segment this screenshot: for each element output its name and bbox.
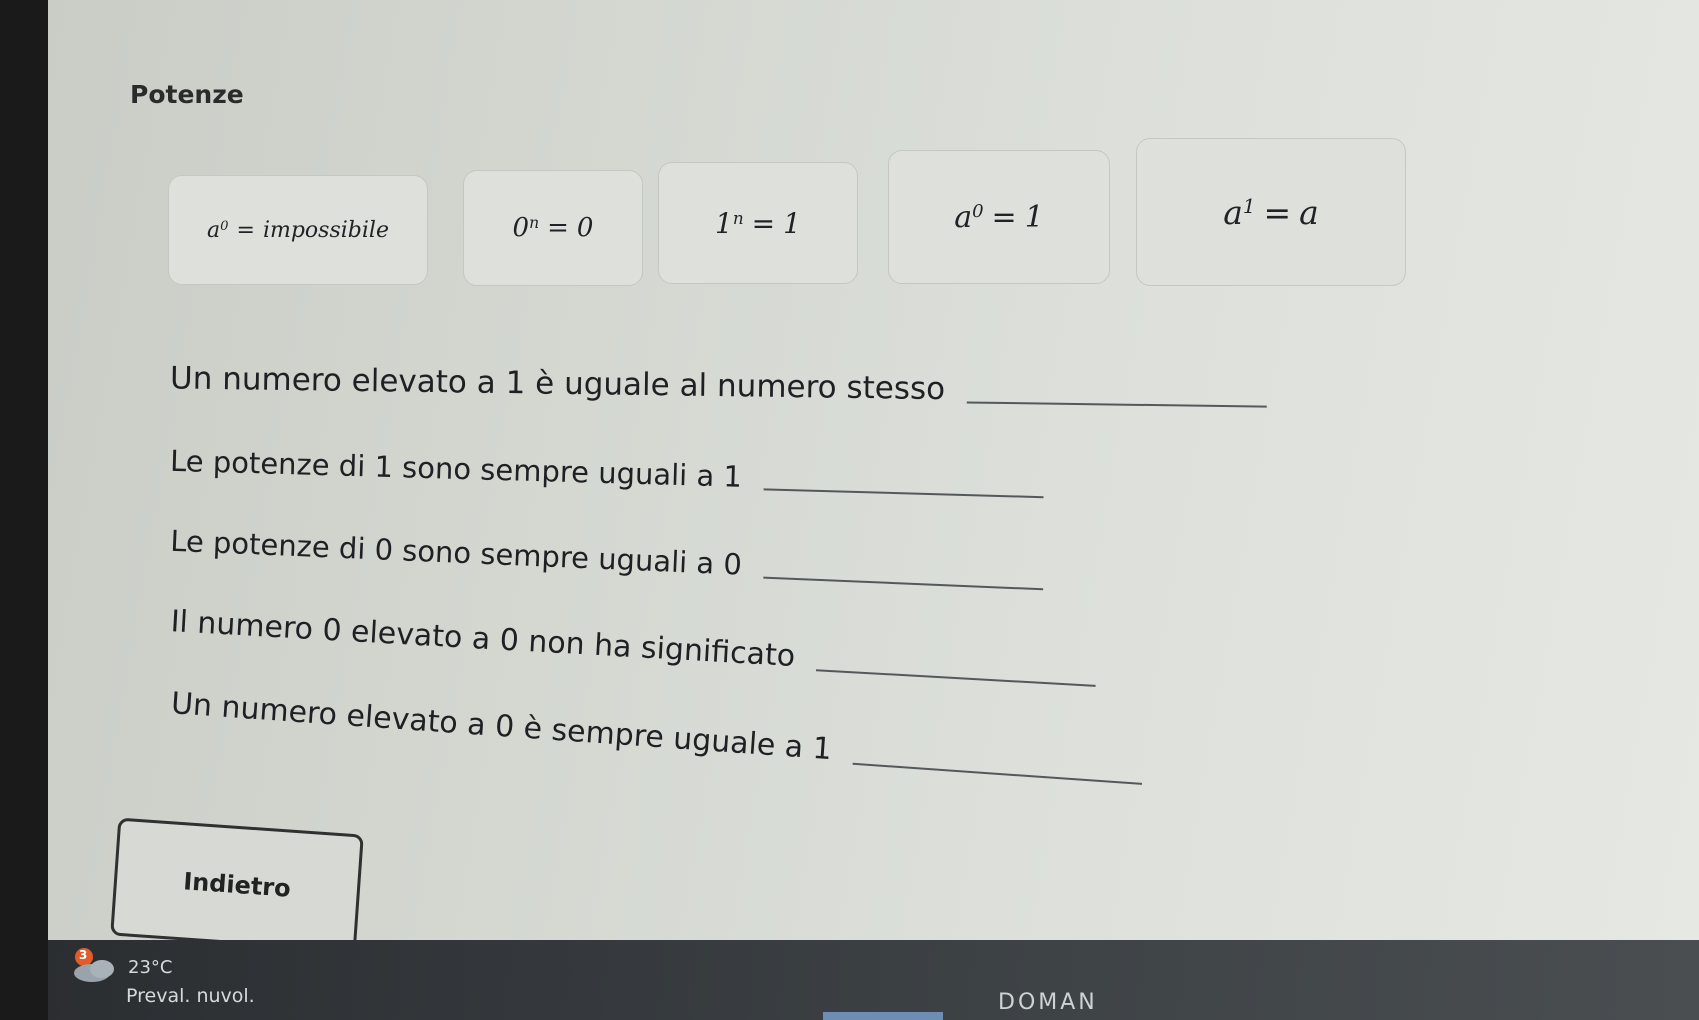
weather-badge: 3 <box>79 948 88 962</box>
card-5-exp: 1 <box>1242 194 1256 218</box>
back-button[interactable]: Indietro <box>110 817 364 953</box>
card-3-base: 1 <box>715 206 733 240</box>
card-1-base: a <box>207 217 221 243</box>
taskbar-active-indicator <box>823 1012 943 1020</box>
card-1-exp: 0 <box>220 218 229 234</box>
card-1-rhs: impossibile <box>262 217 389 243</box>
equals-sign: = <box>751 206 776 240</box>
app-screen: Potenze a 0 = impossibile 0 n = 0 1 n = 1 a 0 = 1 a1… <box>48 0 1699 1020</box>
equals-sign: = <box>991 199 1017 235</box>
card-4-exp: 0 <box>972 201 984 223</box>
card-3-exp: n <box>732 207 744 228</box>
formula-card-3[interactable]: 1 n = 1 <box>658 162 858 284</box>
equals-sign: = <box>1263 192 1292 232</box>
formula-card-2[interactable]: 0 n = 0 <box>463 170 643 286</box>
formula-card-4[interactable]: a 0 = 1 <box>888 150 1110 284</box>
back-button-label: Indietro <box>182 867 292 903</box>
card-2-exp: n <box>529 214 540 233</box>
formula-card-5[interactable]: a 1 = a <box>1136 138 1406 286</box>
card-3-rhs: 1 <box>783 206 801 240</box>
weather-description: Preval. nuvol. <box>126 985 255 1007</box>
formula-card-1[interactable]: a 0 = impossibile <box>168 175 428 285</box>
card-4-base: a <box>954 199 973 235</box>
cloud-sun-icon <box>74 948 114 982</box>
card-5-base: a <box>1223 192 1243 232</box>
card-4-rhs: 1 <box>1024 199 1044 235</box>
equals-sign: = <box>547 213 569 243</box>
card-2-rhs: 0 <box>576 213 594 243</box>
card-5-rhs: a <box>1299 192 1319 232</box>
equals-sign: = <box>236 217 255 243</box>
card-2-base: 0 <box>512 213 530 243</box>
taskbar <box>48 940 1699 1020</box>
taskbar-news-text[interactable]: DOMAN <box>998 990 1098 1015</box>
answer-blank-1[interactable] <box>966 401 1267 408</box>
weather-temperature: 23°C <box>128 957 173 978</box>
